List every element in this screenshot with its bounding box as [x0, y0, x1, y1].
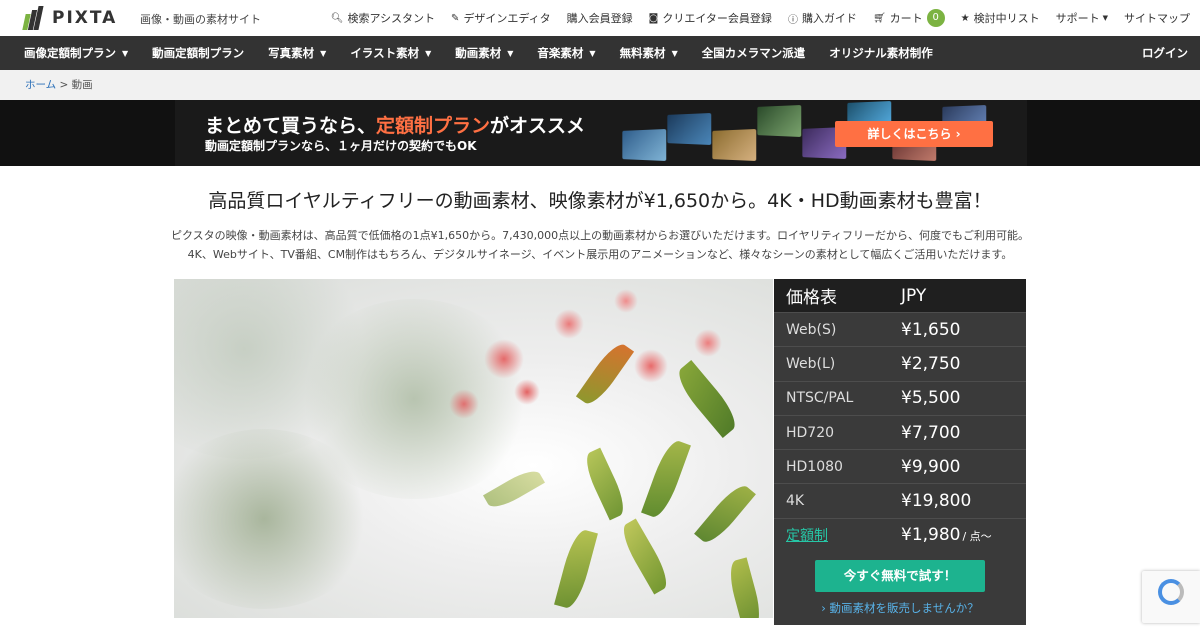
nav-illustrations[interactable]: イラスト素材 ▼	[350, 45, 445, 61]
nav-music[interactable]: 音楽素材 ▼	[537, 45, 609, 61]
caret-down-icon: ▼	[507, 48, 514, 58]
pencil-icon: ✎	[451, 12, 460, 24]
price-row-ntsc-pal: NTSC/PAL ¥5,500	[774, 380, 1026, 415]
caret-down-icon: ▼	[122, 48, 129, 58]
caret-down-icon: ▼	[425, 48, 432, 58]
page-title: 高品質ロイヤルティフリーの動画素材、映像素材が¥1,650から。4K・HD動画素…	[208, 190, 992, 212]
camera-icon: ◙	[648, 12, 659, 24]
nav-image-subscription[interactable]: 画像定額制プラン ▼	[24, 45, 142, 61]
promo-banner-inner: まとめて買うなら、定額制プランがオススメ 動画定額制プランなら、１ヶ月だけの契約…	[175, 100, 1027, 166]
caret-down-icon: ▼	[320, 48, 327, 58]
logo-text: PIXTA	[52, 8, 118, 28]
recaptcha-badge[interactable]	[1142, 571, 1200, 623]
star-icon: ★	[960, 12, 970, 24]
price-row-web-s: Web(S) ¥1,650	[774, 312, 1026, 346]
sell-video-link[interactable]: › 動画素材を販売しませんか？	[774, 600, 1026, 616]
nav-original-production[interactable]: オリジナル素材制作	[829, 45, 947, 61]
nav-video-subscription[interactable]: 動画定額制プラン	[152, 45, 258, 61]
info-icon: ⓘ	[787, 14, 798, 26]
creator-signup-link[interactable]: ◙ クリエイター会員登録	[649, 10, 772, 26]
purchase-guide-link[interactable]: ⓘ 購入ガイド	[788, 10, 857, 26]
nav-photos[interactable]: 写真素材 ▼	[268, 45, 340, 61]
breadcrumb-home[interactable]: ホーム	[25, 79, 56, 91]
sitemap-link[interactable]: サイトマップ	[1124, 10, 1190, 26]
price-row-4k: 4K ¥19,800	[774, 483, 1026, 517]
breadcrumb: ホーム > 動画	[0, 70, 1200, 100]
hero-video-image	[174, 279, 773, 618]
price-row-hd720: HD720 ¥7,700	[774, 414, 1026, 449]
nav-free[interactable]: 無料素材 ▼	[620, 45, 692, 61]
main-nav: 画像定額制プラン ▼ 動画定額制プラン 写真素材 ▼ イラスト素材 ▼ 動画素材 ▼ 音…	[0, 36, 1200, 70]
design-editor-link[interactable]: ✎ デザインエディタ	[451, 10, 551, 26]
utility-links: 🔍︎ 検索アシスタント ✎ デザインエディタ 購入会員登録 ◙ クリエイター会員登録 …	[315, 0, 1190, 36]
promo-details-button[interactable]: 詳しくはこちら ›	[835, 121, 993, 147]
support-menu[interactable]: サポート ▼	[1056, 10, 1108, 26]
wishlist-link[interactable]: ★ 検討中リスト	[961, 10, 1040, 26]
cart-link[interactable]: 🛒︎ カート 0	[873, 9, 945, 27]
price-row-web-l: Web(L) ¥2,750	[774, 346, 1026, 380]
caret-down-icon: ▼	[1102, 14, 1108, 22]
price-row-subscription: 定額制 ¥1,980/ 点〜	[774, 517, 1026, 552]
caret-down-icon: ▼	[671, 48, 678, 58]
price-table-header: 価格表 JPY	[774, 279, 1026, 312]
promo-subheading: 動画定額制プランなら、１ヶ月だけの契約でもOK	[205, 139, 477, 153]
breadcrumb-separator: >	[56, 79, 72, 91]
nav-videos[interactable]: 動画素材 ▼	[455, 45, 527, 61]
site-tagline: 画像・動画の素材サイト	[140, 13, 261, 26]
promo-heading: まとめて買うなら、定額制プランがオススメ	[205, 115, 586, 137]
price-table: 価格表 JPY Web(S) ¥1,650 Web(L) ¥2,750 NTSC/P…	[774, 279, 1026, 625]
nav-photographer-dispatch[interactable]: 全国カメラマン派遣	[702, 45, 820, 61]
free-trial-button[interactable]: 今すぐ無料で試す！	[815, 560, 985, 592]
recaptcha-icon	[1158, 579, 1184, 605]
cart-icon: 🛒︎	[872, 12, 886, 24]
breadcrumb-current: 動画	[71, 79, 93, 91]
buyer-signup-link[interactable]: 購入会員登録	[567, 10, 633, 26]
price-row-hd1080: HD1080 ¥9,900	[774, 449, 1026, 483]
promo-banner[interactable]: まとめて買うなら、定額制プランがオススメ 動画定額制プランなら、１ヶ月だけの契約…	[0, 100, 1200, 166]
top-bar: PIXTA 画像・動画の素材サイト 🔍︎ 検索アシスタント ✎ デザインエディタ 購…	[0, 0, 1200, 36]
caret-down-icon: ▼	[589, 48, 596, 58]
logo-mark-icon	[22, 6, 46, 30]
cart-count-badge: 0	[926, 9, 945, 27]
subscription-link[interactable]: 定額制	[786, 528, 828, 544]
search-assistant-link[interactable]: 🔍︎ 検索アシスタント	[331, 10, 435, 26]
intro-text: ピクスタの映像・動画素材は、高品質で低価格の1点¥1,650から。7,430,0…	[170, 229, 1030, 261]
pixta-logo[interactable]: PIXTA	[22, 6, 118, 30]
search-icon: 🔍︎	[330, 12, 344, 24]
login-link[interactable]: ログイン	[1142, 36, 1188, 70]
